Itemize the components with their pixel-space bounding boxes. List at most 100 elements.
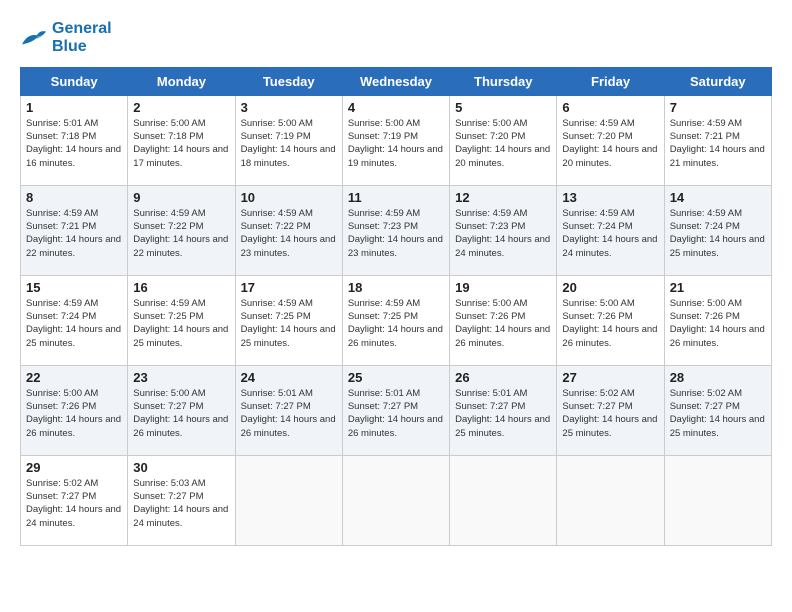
column-header-thursday: Thursday [450, 67, 557, 95]
calendar-cell: 16 Sunrise: 4:59 AM Sunset: 7:25 PM Dayl… [128, 275, 235, 365]
day-number: 22 [26, 370, 122, 385]
day-number: 14 [670, 190, 766, 205]
day-info: Sunrise: 5:01 AM Sunset: 7:27 PM Dayligh… [241, 387, 337, 440]
day-number: 25 [348, 370, 444, 385]
calendar-cell: 7 Sunrise: 4:59 AM Sunset: 7:21 PM Dayli… [664, 95, 771, 185]
logo: General Blue [20, 20, 112, 57]
day-info: Sunrise: 4:59 AM Sunset: 7:23 PM Dayligh… [455, 207, 551, 260]
day-info: Sunrise: 4:59 AM Sunset: 7:21 PM Dayligh… [670, 117, 766, 170]
day-number: 5 [455, 100, 551, 115]
calendar-cell: 19 Sunrise: 5:00 AM Sunset: 7:26 PM Dayl… [450, 275, 557, 365]
calendar-cell: 8 Sunrise: 4:59 AM Sunset: 7:21 PM Dayli… [21, 185, 128, 275]
calendar-cell: 30 Sunrise: 5:03 AM Sunset: 7:27 PM Dayl… [128, 455, 235, 545]
calendar-week-2: 8 Sunrise: 4:59 AM Sunset: 7:21 PM Dayli… [21, 185, 772, 275]
day-info: Sunrise: 5:00 AM Sunset: 7:26 PM Dayligh… [26, 387, 122, 440]
logo-line2: Blue [52, 38, 112, 56]
day-info: Sunrise: 4:59 AM Sunset: 7:21 PM Dayligh… [26, 207, 122, 260]
day-number: 8 [26, 190, 122, 205]
day-info: Sunrise: 4:59 AM Sunset: 7:25 PM Dayligh… [348, 297, 444, 350]
column-header-saturday: Saturday [664, 67, 771, 95]
day-info: Sunrise: 4:59 AM Sunset: 7:22 PM Dayligh… [133, 207, 229, 260]
day-info: Sunrise: 4:59 AM Sunset: 7:24 PM Dayligh… [670, 207, 766, 260]
calendar-cell [450, 455, 557, 545]
day-info: Sunrise: 5:00 AM Sunset: 7:18 PM Dayligh… [133, 117, 229, 170]
day-number: 4 [348, 100, 444, 115]
calendar-cell: 24 Sunrise: 5:01 AM Sunset: 7:27 PM Dayl… [235, 365, 342, 455]
day-number: 18 [348, 280, 444, 295]
calendar-cell: 6 Sunrise: 4:59 AM Sunset: 7:20 PM Dayli… [557, 95, 664, 185]
day-number: 21 [670, 280, 766, 295]
day-info: Sunrise: 5:00 AM Sunset: 7:27 PM Dayligh… [133, 387, 229, 440]
day-info: Sunrise: 5:00 AM Sunset: 7:26 PM Dayligh… [670, 297, 766, 350]
calendar-cell: 12 Sunrise: 4:59 AM Sunset: 7:23 PM Dayl… [450, 185, 557, 275]
day-number: 20 [562, 280, 658, 295]
day-number: 28 [670, 370, 766, 385]
calendar-cell: 2 Sunrise: 5:00 AM Sunset: 7:18 PM Dayli… [128, 95, 235, 185]
day-number: 1 [26, 100, 122, 115]
calendar-week-5: 29 Sunrise: 5:02 AM Sunset: 7:27 PM Dayl… [21, 455, 772, 545]
day-number: 9 [133, 190, 229, 205]
calendar-week-1: 1 Sunrise: 5:01 AM Sunset: 7:18 PM Dayli… [21, 95, 772, 185]
logo-icon [20, 26, 48, 50]
calendar-cell: 1 Sunrise: 5:01 AM Sunset: 7:18 PM Dayli… [21, 95, 128, 185]
day-info: Sunrise: 4:59 AM Sunset: 7:22 PM Dayligh… [241, 207, 337, 260]
column-header-wednesday: Wednesday [342, 67, 449, 95]
day-number: 15 [26, 280, 122, 295]
calendar-week-3: 15 Sunrise: 4:59 AM Sunset: 7:24 PM Dayl… [21, 275, 772, 365]
calendar-table: SundayMondayTuesdayWednesdayThursdayFrid… [20, 67, 772, 546]
calendar-cell: 18 Sunrise: 4:59 AM Sunset: 7:25 PM Dayl… [342, 275, 449, 365]
day-number: 29 [26, 460, 122, 475]
day-number: 16 [133, 280, 229, 295]
day-info: Sunrise: 5:01 AM Sunset: 7:18 PM Dayligh… [26, 117, 122, 170]
day-info: Sunrise: 5:02 AM Sunset: 7:27 PM Dayligh… [562, 387, 658, 440]
day-info: Sunrise: 4:59 AM Sunset: 7:23 PM Dayligh… [348, 207, 444, 260]
day-number: 30 [133, 460, 229, 475]
calendar-cell: 20 Sunrise: 5:00 AM Sunset: 7:26 PM Dayl… [557, 275, 664, 365]
calendar-cell: 9 Sunrise: 4:59 AM Sunset: 7:22 PM Dayli… [128, 185, 235, 275]
day-number: 17 [241, 280, 337, 295]
calendar-cell: 17 Sunrise: 4:59 AM Sunset: 7:25 PM Dayl… [235, 275, 342, 365]
calendar-cell [342, 455, 449, 545]
calendar-cell: 4 Sunrise: 5:00 AM Sunset: 7:19 PM Dayli… [342, 95, 449, 185]
calendar-cell: 14 Sunrise: 4:59 AM Sunset: 7:24 PM Dayl… [664, 185, 771, 275]
day-info: Sunrise: 5:02 AM Sunset: 7:27 PM Dayligh… [26, 477, 122, 530]
calendar-cell: 11 Sunrise: 4:59 AM Sunset: 7:23 PM Dayl… [342, 185, 449, 275]
day-number: 10 [241, 190, 337, 205]
day-info: Sunrise: 4:59 AM Sunset: 7:24 PM Dayligh… [562, 207, 658, 260]
calendar-cell: 13 Sunrise: 4:59 AM Sunset: 7:24 PM Dayl… [557, 185, 664, 275]
day-number: 7 [670, 100, 766, 115]
day-info: Sunrise: 4:59 AM Sunset: 7:20 PM Dayligh… [562, 117, 658, 170]
calendar-cell: 21 Sunrise: 5:00 AM Sunset: 7:26 PM Dayl… [664, 275, 771, 365]
calendar-cell: 23 Sunrise: 5:00 AM Sunset: 7:27 PM Dayl… [128, 365, 235, 455]
column-header-friday: Friday [557, 67, 664, 95]
day-number: 19 [455, 280, 551, 295]
calendar-week-4: 22 Sunrise: 5:00 AM Sunset: 7:26 PM Dayl… [21, 365, 772, 455]
calendar-cell: 3 Sunrise: 5:00 AM Sunset: 7:19 PM Dayli… [235, 95, 342, 185]
day-number: 13 [562, 190, 658, 205]
calendar-cell: 26 Sunrise: 5:01 AM Sunset: 7:27 PM Dayl… [450, 365, 557, 455]
day-number: 24 [241, 370, 337, 385]
day-info: Sunrise: 4:59 AM Sunset: 7:25 PM Dayligh… [133, 297, 229, 350]
column-header-tuesday: Tuesday [235, 67, 342, 95]
calendar-cell [557, 455, 664, 545]
calendar-cell: 10 Sunrise: 4:59 AM Sunset: 7:22 PM Dayl… [235, 185, 342, 275]
day-info: Sunrise: 5:01 AM Sunset: 7:27 PM Dayligh… [455, 387, 551, 440]
day-info: Sunrise: 5:00 AM Sunset: 7:26 PM Dayligh… [562, 297, 658, 350]
day-number: 23 [133, 370, 229, 385]
day-info: Sunrise: 4:59 AM Sunset: 7:25 PM Dayligh… [241, 297, 337, 350]
day-info: Sunrise: 5:00 AM Sunset: 7:26 PM Dayligh… [455, 297, 551, 350]
page-header: General Blue [20, 20, 772, 57]
calendar-cell: 28 Sunrise: 5:02 AM Sunset: 7:27 PM Dayl… [664, 365, 771, 455]
day-number: 11 [348, 190, 444, 205]
day-number: 3 [241, 100, 337, 115]
calendar-cell: 25 Sunrise: 5:01 AM Sunset: 7:27 PM Dayl… [342, 365, 449, 455]
day-info: Sunrise: 5:02 AM Sunset: 7:27 PM Dayligh… [670, 387, 766, 440]
day-info: Sunrise: 5:00 AM Sunset: 7:19 PM Dayligh… [241, 117, 337, 170]
day-info: Sunrise: 5:00 AM Sunset: 7:19 PM Dayligh… [348, 117, 444, 170]
day-info: Sunrise: 4:59 AM Sunset: 7:24 PM Dayligh… [26, 297, 122, 350]
day-info: Sunrise: 5:03 AM Sunset: 7:27 PM Dayligh… [133, 477, 229, 530]
day-number: 26 [455, 370, 551, 385]
calendar-cell: 15 Sunrise: 4:59 AM Sunset: 7:24 PM Dayl… [21, 275, 128, 365]
logo-line1: General [52, 20, 112, 38]
calendar-cell: 29 Sunrise: 5:02 AM Sunset: 7:27 PM Dayl… [21, 455, 128, 545]
